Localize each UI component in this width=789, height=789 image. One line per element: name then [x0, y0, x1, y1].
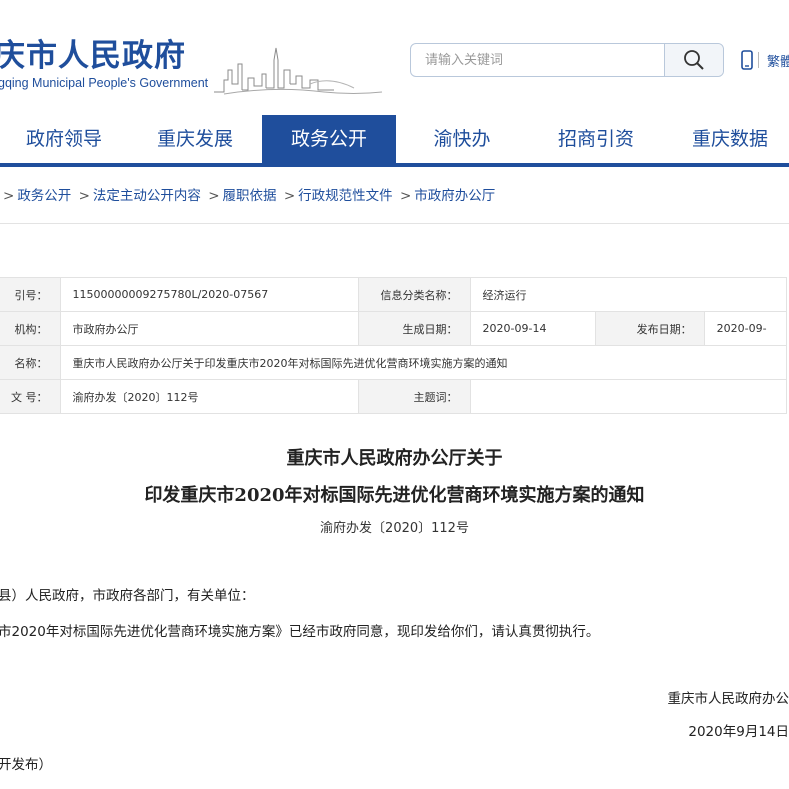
- meta-docno-value: 渝府办发〔2020〕112号: [59, 379, 360, 414]
- meta-published-value: 2020-09-: [703, 311, 788, 346]
- meta-category-label: 信息分类名称：: [358, 277, 471, 312]
- search-icon: [684, 50, 704, 70]
- breadcrumb-separator: >: [399, 188, 412, 204]
- traditional-chinese-link[interactable]: 繁體: [767, 51, 789, 70]
- breadcrumb-item[interactable]: 履职依据: [223, 188, 277, 204]
- article-signer: 重庆市人民政府办公: [667, 691, 789, 707]
- nav-item-data[interactable]: 重庆数据: [664, 115, 789, 163]
- site-logo-title[interactable]: 庆市人民政府: [0, 30, 186, 75]
- breadcrumb-separator: >: [78, 188, 90, 204]
- skyline-logo-icon: [214, 47, 383, 95]
- search-box: [410, 43, 724, 77]
- nav-item-government-affairs[interactable]: 政务公开: [262, 115, 396, 163]
- meta-created-label: 生成日期：: [358, 311, 471, 346]
- meta-subject-label: 主题词：: [358, 379, 471, 414]
- article-date: 2020年9月14日: [688, 724, 789, 740]
- meta-docno-label: 文 号：: [0, 379, 61, 414]
- nav-item-leaders[interactable]: 政府领导: [0, 115, 128, 163]
- breadcrumb-item[interactable]: 行政规范性文件: [298, 188, 393, 204]
- search-input[interactable]: [411, 44, 665, 76]
- meta-published-label: 发布日期：: [595, 311, 705, 346]
- search-button[interactable]: [664, 44, 723, 76]
- breadcrumb: > 政务公开 > 法定主动公开内容 > 履职依据 > 行政规范性文件 > 市政府办公厅: [0, 184, 495, 204]
- meta-index-label: 引号：: [0, 277, 61, 312]
- article-salutation: 县）人民政府，市政府各部门，有关单位：: [0, 588, 255, 604]
- document-metadata-table: 引号： 11500000009275780L/2020-07567 信息分类名称…: [0, 277, 788, 414]
- main-nav: 政府领导 重庆发展 政务公开 渝快办 招商引资 重庆数据: [0, 115, 789, 163]
- breadcrumb-divider: [0, 223, 789, 224]
- article-body: 市2020年对标国际先进优化营商环境实施方案》已经市政府同意，现印发给你们，请认…: [0, 624, 600, 640]
- breadcrumb-item[interactable]: 法定主动公开内容: [93, 188, 201, 204]
- article-title-line-2: 印发重庆市2020年对标国际先进优化营商环境实施方案的通知: [144, 485, 645, 506]
- site-logo-subtitle: gqing Municipal People's Government: [0, 76, 209, 90]
- article-title-line-1: 重庆市人民政府办公厅关于: [286, 448, 503, 469]
- meta-name-label: 名称：: [0, 345, 61, 380]
- meta-created-value: 2020-09-14: [469, 311, 597, 346]
- breadcrumb-item[interactable]: 市政府办公厅: [414, 188, 495, 204]
- breadcrumb-separator: >: [3, 188, 15, 204]
- nav-item-development[interactable]: 重庆发展: [128, 115, 262, 163]
- site-header: 庆市人民政府 gqing Municipal People's Governme…: [0, 0, 789, 115]
- nav-item-investment[interactable]: 招商引资: [528, 115, 664, 163]
- breadcrumb-separator: >: [208, 188, 220, 204]
- meta-issuer-value: 市政府办公厅: [59, 311, 360, 346]
- breadcrumb-separator: >: [283, 188, 296, 204]
- article-footer-note: 开发布）: [0, 757, 52, 773]
- mobile-icon[interactable]: [741, 50, 753, 70]
- article-doc-number: 渝府办发〔2020〕112号: [320, 521, 469, 536]
- meta-name-value: 重庆市人民政府办公厅关于印发重庆市2020年对标国际先进优化营商环境实施方案的通…: [59, 345, 787, 380]
- nav-underline: [0, 163, 789, 167]
- meta-subject-value: [469, 379, 788, 414]
- breadcrumb-item[interactable]: 政务公开: [17, 188, 71, 204]
- meta-index-value: 11500000009275780L/2020-07567: [59, 277, 360, 312]
- nav-item-yukuaiban[interactable]: 渝快办: [396, 115, 528, 163]
- meta-issuer-label: 机构：: [0, 311, 61, 346]
- meta-category-value: 经济运行: [469, 277, 788, 312]
- header-divider: [758, 52, 759, 68]
